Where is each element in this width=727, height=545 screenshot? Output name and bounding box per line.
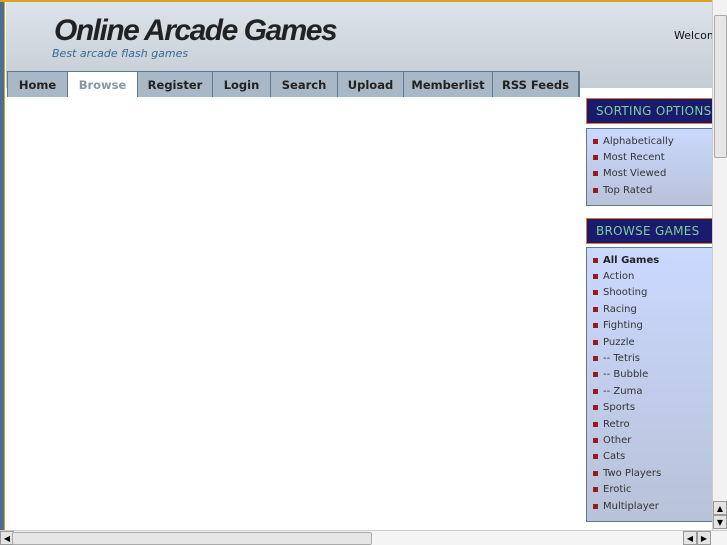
sidebar-link[interactable]: -- Zuma [593, 383, 712, 399]
sidebar-link[interactable]: Racing [593, 301, 712, 317]
vertical-scrollbar[interactable]: ▲ ▼ [712, 0, 727, 530]
horizontal-scrollbar[interactable]: ◀ ◀ ▶ [0, 530, 727, 545]
site-tagline: Best arcade flash games [52, 47, 189, 60]
sidebar-link-label[interactable]: Retro [603, 419, 630, 430]
sidebar-link[interactable]: Most Viewed [593, 166, 712, 182]
scroll-up-button[interactable]: ▲ [713, 501, 727, 515]
scroll-right-button[interactable]: ▶ [697, 531, 711, 545]
bullet-icon [593, 372, 598, 378]
sidebar-link[interactable]: Most Recent [593, 149, 712, 165]
bullet-icon [593, 339, 598, 345]
sidebar-link-label[interactable]: Cats [603, 451, 625, 462]
sidebar-link[interactable]: -- Bubble [593, 367, 712, 383]
bullet-icon [593, 323, 598, 329]
horizontal-scroll-thumb[interactable] [12, 532, 372, 545]
sidebar-link[interactable]: All Games [593, 252, 712, 268]
bullet-icon [593, 470, 598, 476]
sidebar-link-label[interactable]: Alphabetically [603, 136, 674, 147]
sorting-options-list: Alphabetically Most Recent Most Viewed Top … [586, 128, 712, 206]
sidebar-link-label[interactable]: Racing [603, 304, 637, 315]
bullet-icon [593, 171, 598, 177]
bullet-icon [593, 437, 598, 443]
tab-browse[interactable]: Browse [68, 72, 138, 98]
sidebar-link[interactable]: Other [593, 432, 712, 448]
bullet-icon [593, 503, 598, 509]
browse-games-list: All Games Action Shooting Racing Fighting Puz… [586, 247, 712, 522]
sidebar-link-label[interactable]: Fighting [603, 320, 643, 331]
bullet-icon [593, 421, 598, 427]
tab-memberlist[interactable]: Memberlist [404, 72, 493, 98]
tab-login[interactable]: Login [213, 72, 271, 98]
tab-upload[interactable]: Upload [338, 72, 404, 98]
bullet-icon [593, 306, 598, 312]
bullet-icon [593, 274, 598, 280]
bullet-icon [593, 454, 598, 460]
bullet-icon [593, 405, 598, 411]
main-content [6, 97, 582, 530]
window-edge [0, 0, 5, 530]
sidebar-link[interactable]: -- Tetris [593, 350, 712, 366]
sidebar-link[interactable]: Fighting [593, 318, 712, 334]
browse-games-heading: BROWSE GAMES [586, 218, 712, 244]
sidebar-link-label[interactable]: Sports [603, 402, 635, 413]
sidebar-link[interactable]: Sports [593, 400, 712, 416]
sidebar-link-label[interactable]: Top Rated [603, 185, 652, 196]
sidebar-link[interactable]: Alphabetically [593, 133, 712, 149]
bullet-icon [593, 155, 598, 161]
sidebar-link[interactable]: Two Players [593, 465, 712, 481]
tab-rss-feeds[interactable]: RSS Feeds [493, 72, 579, 98]
sidebar-link[interactable]: Erotic [593, 481, 712, 497]
nav-spacer [579, 88, 712, 98]
sidebar-link[interactable]: Action [593, 268, 712, 284]
tab-register[interactable]: Register [138, 72, 213, 98]
bullet-icon [593, 257, 598, 263]
site-title[interactable]: Online Arcade Games [54, 14, 338, 48]
sidebar-link[interactable]: Multiplayer [593, 498, 712, 514]
bullet-icon [593, 388, 598, 394]
sidebar-link-label[interactable]: Erotic [603, 484, 632, 495]
main-nav: Home Browse Register Login Search Upload… [7, 71, 580, 98]
sidebar-link-label[interactable]: -- Bubble [603, 369, 648, 380]
sidebar-link-label[interactable]: -- Zuma [603, 386, 642, 397]
sidebar-link-label[interactable]: Most Recent [603, 152, 665, 163]
scroll-down-button[interactable]: ▼ [713, 515, 727, 529]
bullet-icon [593, 138, 598, 144]
bullet-icon [593, 187, 598, 193]
bullet-icon [593, 290, 598, 296]
sidebar-link[interactable]: Puzzle [593, 334, 712, 350]
sidebar-link-label[interactable]: Most Viewed [603, 168, 666, 179]
scroll-left-button-end[interactable]: ◀ [683, 531, 697, 545]
sidebar-link-label[interactable]: Other [603, 435, 631, 446]
sidebar-link-label[interactable]: Two Players [603, 468, 661, 479]
sidebar-link-label[interactable]: Multiplayer [603, 501, 659, 512]
sidebar-link-label[interactable]: Shooting [603, 287, 647, 298]
sidebar-link-label[interactable]: Action [603, 271, 634, 282]
sidebar-link-label[interactable]: Puzzle [603, 337, 635, 348]
tab-home[interactable]: Home [8, 72, 68, 98]
tab-search[interactable]: Search [271, 72, 338, 98]
bullet-icon [593, 487, 598, 493]
sidebar-link[interactable]: Top Rated [593, 182, 712, 198]
sidebar-link-label[interactable]: All Games [603, 255, 659, 266]
sidebar-link[interactable]: Retro [593, 416, 712, 432]
vertical-scroll-thumb[interactable] [714, 15, 727, 158]
sidebar-link[interactable]: Cats [593, 449, 712, 465]
sidebar-link-label[interactable]: -- Tetris [603, 353, 640, 364]
sidebar-link[interactable]: Shooting [593, 285, 712, 301]
sorting-options-heading: SORTING OPTIONS [586, 98, 712, 124]
bullet-icon [593, 356, 598, 362]
